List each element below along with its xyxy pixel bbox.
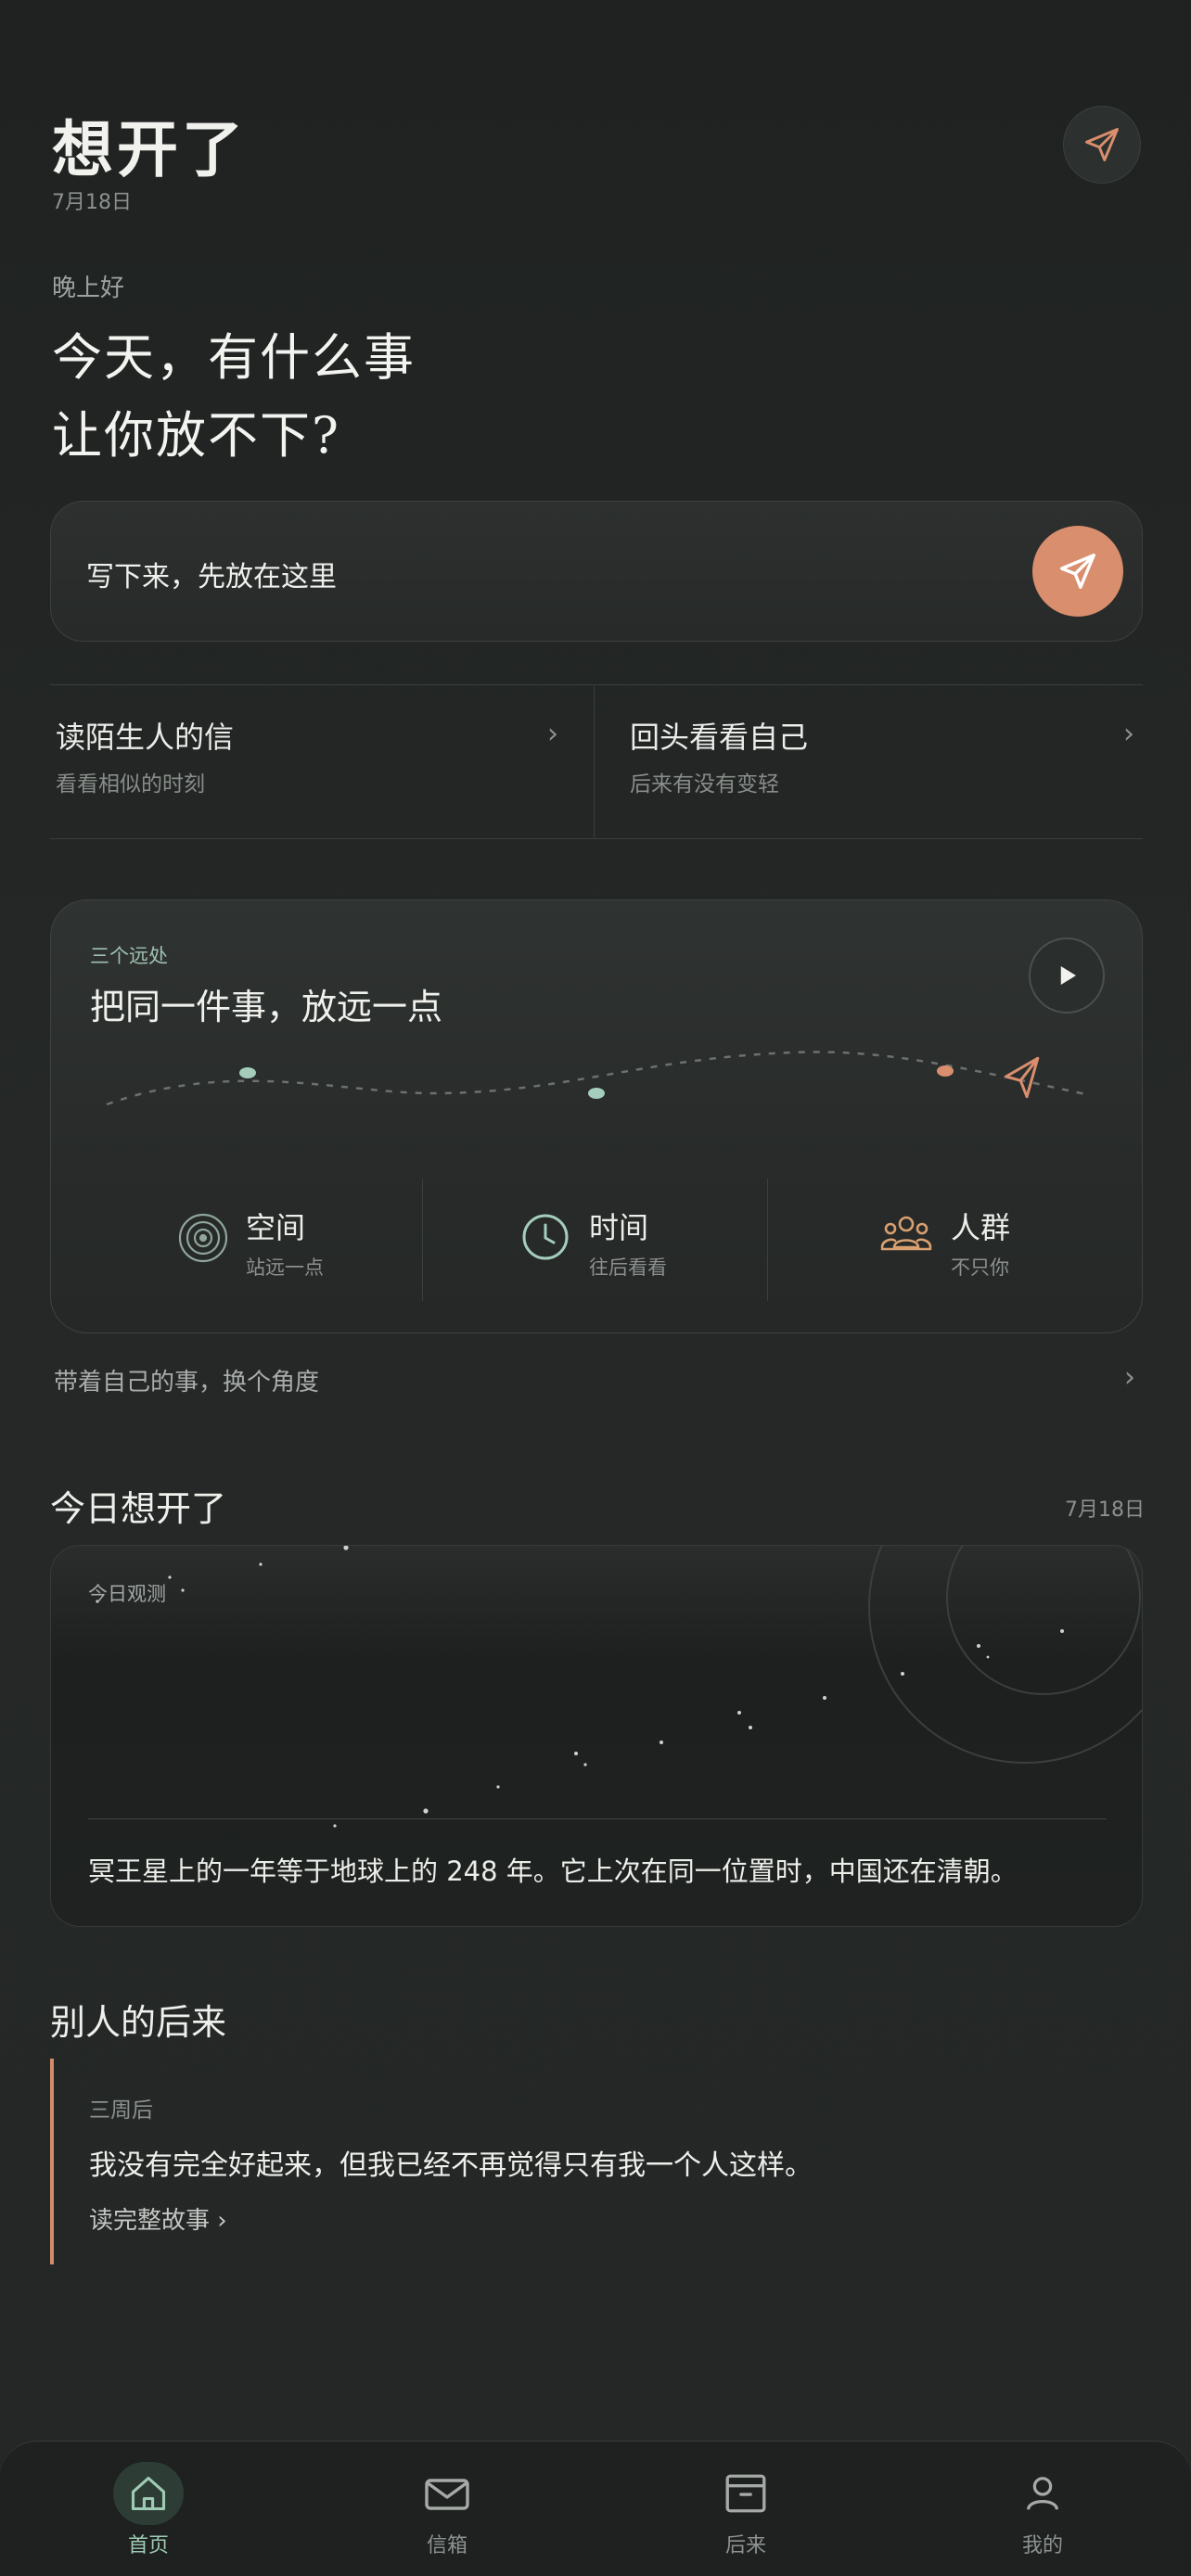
chevron-right-icon[interactable]: › <box>1124 1361 1135 1394</box>
divider <box>88 1818 1107 1819</box>
nav-label: 首页 <box>127 2534 169 2557</box>
nav-item-mailbox[interactable]: 信箱 <box>354 2442 540 2576</box>
greeting: 晚上好 <box>52 274 125 302</box>
distance-eyebrow: 三个远处 <box>90 945 168 967</box>
headline-line-2: 让你放不下? <box>52 406 340 465</box>
observation-card[interactable]: 今日观测 冥王星上的一年等于地球上的 248 年。它上次在同一位置时，中国还在清… <box>50 1545 1143 1927</box>
mail-icon <box>412 2462 482 2525</box>
dimension-label: 人群 <box>951 1210 1011 1245</box>
others-section-title: 别人的后来 <box>50 2002 227 2043</box>
compose-input[interactable]: 写下来，先放在这里 <box>50 501 1143 642</box>
dimension-crowd[interactable]: 人群 不只你 <box>793 1179 1108 1308</box>
story-time: 三周后 <box>89 2098 153 2123</box>
observation-fact: 冥王星上的一年等于地球上的 248 年。它上次在同一位置时，中国还在清朝。 <box>88 1855 1018 1887</box>
change-angle-link[interactable]: 带着自己的事，换个角度 <box>54 1363 319 1397</box>
link-subtitle: 看看相似的时刻 <box>56 772 205 797</box>
clock-icon <box>522 1214 569 1260</box>
link-stranger-letters[interactable]: 读陌生人的信 看看相似的时刻 › <box>50 686 594 838</box>
dimension-time[interactable]: 时间 往后看看 <box>450 1179 765 1308</box>
headline-line-1: 今天，有什么事 <box>52 328 416 387</box>
nav-item-home[interactable]: 首页 <box>56 2442 241 2576</box>
dimension-space[interactable]: 空间 站远一点 <box>107 1179 422 1308</box>
nav-label: 后来 <box>724 2534 766 2557</box>
read-full-story-link[interactable]: 读完整故事 › <box>89 2201 227 2236</box>
link-title: 回头看看自己 <box>630 720 809 755</box>
app-title: 想开了 <box>52 113 247 185</box>
user-icon <box>1007 2462 1078 2525</box>
paper-plane-icon <box>1060 554 1095 589</box>
divider <box>767 1179 768 1301</box>
divider <box>422 1179 423 1301</box>
observation-label: 今日观测 <box>88 1583 166 1605</box>
ripple-target-icon <box>178 1213 228 1263</box>
nav-item-profile[interactable]: 我的 <box>950 2442 1135 2576</box>
nav-label: 信箱 <box>426 2534 467 2557</box>
link-look-back[interactable]: 回头看看自己 后来有没有变轻 › <box>595 686 1143 838</box>
chevron-right-icon: › <box>1123 718 1134 750</box>
bottom-nav: 首页 信箱 后来 我的 <box>0 2441 1191 2576</box>
nav-item-later[interactable]: 后来 <box>653 2442 839 2576</box>
dimension-sub: 站远一点 <box>246 1256 324 1279</box>
journey-path <box>106 1051 1091 1106</box>
divider <box>50 838 1143 839</box>
paper-plane-icon <box>1005 1056 1040 1099</box>
path-dot <box>937 1065 954 1077</box>
divider <box>50 684 1143 685</box>
dimension-sub: 往后看看 <box>589 1256 667 1279</box>
dimension-label: 空间 <box>246 1210 306 1245</box>
dimension-sub: 不只你 <box>951 1256 1009 1279</box>
story-card[interactable]: 三周后 我没有完全好起来，但我已经不再觉得只有我一个人这样。 读完整故事 › <box>50 2059 1143 2264</box>
dimension-label: 时间 <box>589 1210 649 1245</box>
distance-card: 三个远处 把同一件事，放远一点 空间 站远一点 时间 往后看看 人群 不只你 <box>50 899 1143 1333</box>
today-section-title: 今日想开了 <box>50 1488 227 1529</box>
link-subtitle: 后来有没有变轻 <box>630 772 779 797</box>
story-quote: 我没有完全好起来，但我已经不再觉得只有我一个人这样。 <box>89 2149 813 2182</box>
home-icon <box>113 2462 184 2525</box>
play-icon <box>1060 966 1076 985</box>
link-title: 读陌生人的信 <box>56 720 235 755</box>
top-send-button[interactable] <box>1063 106 1141 184</box>
path-dot <box>588 1088 605 1099</box>
path-dot <box>239 1067 256 1078</box>
chevron-right-icon: › <box>547 718 558 750</box>
archive-box-icon <box>711 2462 781 2525</box>
today-date: 7月18日 <box>1065 1498 1145 1522</box>
compose-send-button[interactable] <box>1032 526 1123 617</box>
compose-placeholder: 写下来，先放在这里 <box>86 561 337 593</box>
people-group-icon <box>880 1216 932 1251</box>
paper-plane-icon <box>1085 128 1119 161</box>
headline: 今天，有什么事 让你放不下? <box>52 319 416 475</box>
play-button[interactable] <box>1029 937 1105 1014</box>
header-date: 7月18日 <box>52 191 132 214</box>
nav-label: 我的 <box>1021 2534 1063 2557</box>
